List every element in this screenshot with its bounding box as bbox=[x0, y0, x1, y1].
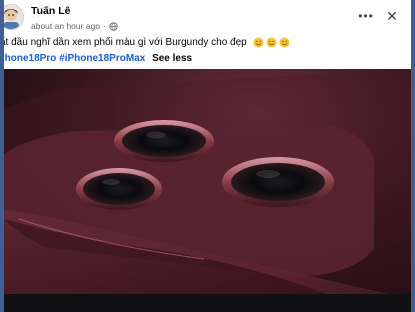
media-footer-bar bbox=[4, 294, 411, 312]
hashtag-link[interactable]: Phone18Pro bbox=[4, 53, 56, 64]
post-image[interactable] bbox=[4, 69, 411, 312]
avatar[interactable] bbox=[4, 4, 24, 30]
author-name[interactable]: Tuấn Lê bbox=[31, 5, 70, 17]
smiling-face-emoji-icon bbox=[252, 37, 264, 48]
post-meta: about an hour ago · bbox=[31, 21, 118, 31]
smiling-face-emoji-icon bbox=[265, 37, 277, 48]
meta-separator: · bbox=[103, 21, 106, 31]
post-hashtags: Phone18Pro #iPhone18ProMax See less bbox=[4, 53, 398, 64]
close-icon[interactable]: ✕ bbox=[383, 7, 401, 25]
hashtag-link[interactable]: #iPhone18ProMax bbox=[59, 53, 145, 64]
more-options-icon[interactable]: ••• bbox=[355, 9, 377, 23]
caption-text: ắt đầu nghĩ dần xem phối màu gì với Burg… bbox=[0, 37, 247, 49]
post-header: Tuấn Lê about an hour ago · ••• ✕ bbox=[4, 0, 411, 38]
smiling-face-emoji-icon bbox=[278, 37, 290, 48]
emoji-group bbox=[252, 37, 290, 48]
see-less-link[interactable]: See less bbox=[152, 53, 192, 64]
globe-icon bbox=[109, 21, 118, 31]
post-card: Tuấn Lê about an hour ago · ••• ✕ ắt đầu… bbox=[0, 0, 415, 312]
post-caption: ắt đầu nghĩ dần xem phối màu gì với Burg… bbox=[0, 37, 400, 49]
phone-camera-photo bbox=[4, 69, 411, 312]
post-time[interactable]: about an hour ago bbox=[31, 21, 100, 31]
